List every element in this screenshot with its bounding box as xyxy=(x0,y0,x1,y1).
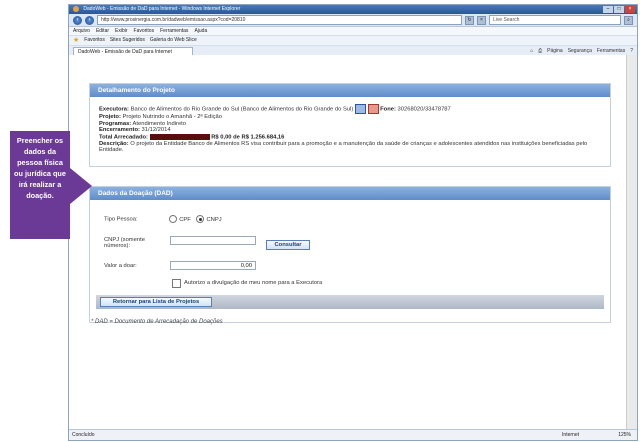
address-bar: ‹ › http://www.prosinergia.com.br/dadweb… xyxy=(69,14,637,27)
consultar-button[interactable]: Consultar xyxy=(266,240,310,250)
encerramento-label: Encerramento: xyxy=(99,127,140,133)
photo-icon[interactable] xyxy=(367,104,379,114)
radio-cpf-label: CPF xyxy=(179,216,191,223)
close-button[interactable]: × xyxy=(625,6,635,13)
total-value: R$ 0,00 de R$ 1.256.684,16 xyxy=(211,134,285,141)
donation-panel-header: Dados da Doação (DAD) xyxy=(90,187,610,200)
print-icon[interactable]: ⎙ xyxy=(538,47,542,55)
radio-cnpj[interactable]: CNPJ xyxy=(196,215,222,223)
valor-label: Valor a doar: xyxy=(104,263,137,269)
maximize-button[interactable]: □ xyxy=(614,6,624,13)
radio-cpf-circle[interactable] xyxy=(169,215,178,223)
window-title: DadoWeb - Emissão de DaD para Internet -… xyxy=(83,6,241,12)
menu-bar: Arquivo Editar Exibir Favoritos Ferramen… xyxy=(69,27,637,36)
menu-exibir[interactable]: Exibir xyxy=(115,27,128,35)
radio-cpf[interactable]: CPF xyxy=(169,215,191,223)
cmd-seguranca[interactable]: Segurança xyxy=(568,47,592,55)
redacted-block xyxy=(149,133,210,140)
instruction-callout: Preencher os dados da pessoa física ou j… xyxy=(10,131,70,239)
minimize-button[interactable]: – xyxy=(603,6,613,13)
project-details-panel: Detalhamento do Projeto Executora: Banco… xyxy=(89,83,611,167)
encerramento-value: 31/12/2014 xyxy=(141,127,171,133)
fone-value: 30268020/33478787 xyxy=(397,106,451,113)
favorites-button[interactable]: Favoritos xyxy=(84,36,105,45)
retornar-button[interactable]: Retornar para Lista de Projetos xyxy=(100,297,212,307)
cmd-pagina[interactable]: Página xyxy=(547,47,563,55)
status-text: Concluído xyxy=(72,432,95,438)
projeto-value: Projeto Nutrindo o Amanhã - 2ª Edição xyxy=(122,114,222,120)
browser-window: DadoWeb - Emissão de DaD para Internet -… xyxy=(68,4,638,441)
projeto-label: Projeto: xyxy=(99,114,121,120)
status-bar: Concluído Internet 125% xyxy=(69,429,637,440)
cmd-ferramentas[interactable]: Ferramentas xyxy=(597,47,625,55)
menu-editar[interactable]: Editar xyxy=(96,27,109,35)
map-icon[interactable] xyxy=(354,104,366,114)
security-zone: Internet xyxy=(562,432,579,438)
menu-ferramentas[interactable]: Ferramentas xyxy=(160,27,188,35)
autorizo-checkbox[interactable] xyxy=(172,279,181,288)
title-bar: DadoWeb - Emissão de DaD para Internet -… xyxy=(69,5,637,14)
programas-value: Atendimento Indireto xyxy=(132,120,187,127)
menu-arquivo[interactable]: Arquivo xyxy=(73,27,90,35)
programas-label: Programas: xyxy=(99,120,132,127)
radio-cnpj-label: CNPJ xyxy=(206,216,222,223)
menu-ajuda[interactable]: Ajuda xyxy=(194,27,207,35)
ie-icon xyxy=(73,5,79,12)
cnpj-input[interactable] xyxy=(170,236,256,245)
fone-label: Fone: xyxy=(380,106,396,113)
help-icon[interactable]: ? xyxy=(630,47,633,55)
menu-favoritos[interactable]: Favoritos xyxy=(134,27,155,35)
executora-value: Banco de Alimentos do Rio Grande do Sul … xyxy=(130,106,354,113)
dad-footnote: * DAD = Documento de Arrecadação de Doaç… xyxy=(91,319,223,325)
vertical-scrollbar[interactable] xyxy=(626,55,637,430)
descricao-value: O projeto da Entidade Banco de Alimentos… xyxy=(99,140,588,154)
tipo-pessoa-row: Tipo Pessoa: CPF CNPJ xyxy=(104,215,222,223)
favorites-bar: ★ Favoritos Sites Sugeridos Galeria do W… xyxy=(69,36,637,46)
autorizo-label: Autorizo a divulgação de meu nome para a… xyxy=(184,280,323,286)
window-controls: – □ × xyxy=(603,6,635,13)
url-field[interactable]: http://www.prosinergia.com.br/dadweb/emi… xyxy=(97,15,462,25)
project-panel-header: Detalhamento do Projeto xyxy=(90,84,610,97)
page-content: Detalhamento do Projeto Executora: Banco… xyxy=(69,55,627,430)
search-input[interactable]: Live Search xyxy=(489,15,621,25)
forward-button[interactable]: › xyxy=(85,15,94,25)
home-icon[interactable]: ⌂ xyxy=(530,47,533,55)
fav-link-sugeridos[interactable]: Sites Sugeridos xyxy=(110,36,145,45)
command-bar: ⌂ ⎙ Página Segurança Ferramentas ? xyxy=(530,47,633,55)
zoom-level[interactable]: 125% xyxy=(618,430,631,440)
search-icon[interactable]: ⌕ xyxy=(624,15,633,25)
executora-label: Executora: xyxy=(99,106,129,113)
tipo-pessoa-label: Tipo Pessoa: xyxy=(104,216,138,223)
descricao-label: Descrição: xyxy=(99,140,129,147)
valor-input[interactable]: 0,00 xyxy=(170,261,256,270)
total-label: Total Arrecadado: xyxy=(99,134,148,141)
fav-link-galeria[interactable]: Galeria do Web Slice xyxy=(150,36,197,45)
cnpj-label: CNPJ (somente números): xyxy=(104,237,145,249)
back-button[interactable]: ‹ xyxy=(73,15,82,25)
donation-panel: Dados da Doação (DAD) Tipo Pessoa: CPF C… xyxy=(89,186,611,323)
stop-icon[interactable]: × xyxy=(477,15,486,25)
refresh-icon[interactable]: ↻ xyxy=(465,15,474,25)
favorites-star-icon: ★ xyxy=(73,37,80,44)
callout-arrow xyxy=(70,168,92,204)
radio-cnpj-circle[interactable] xyxy=(196,215,205,223)
